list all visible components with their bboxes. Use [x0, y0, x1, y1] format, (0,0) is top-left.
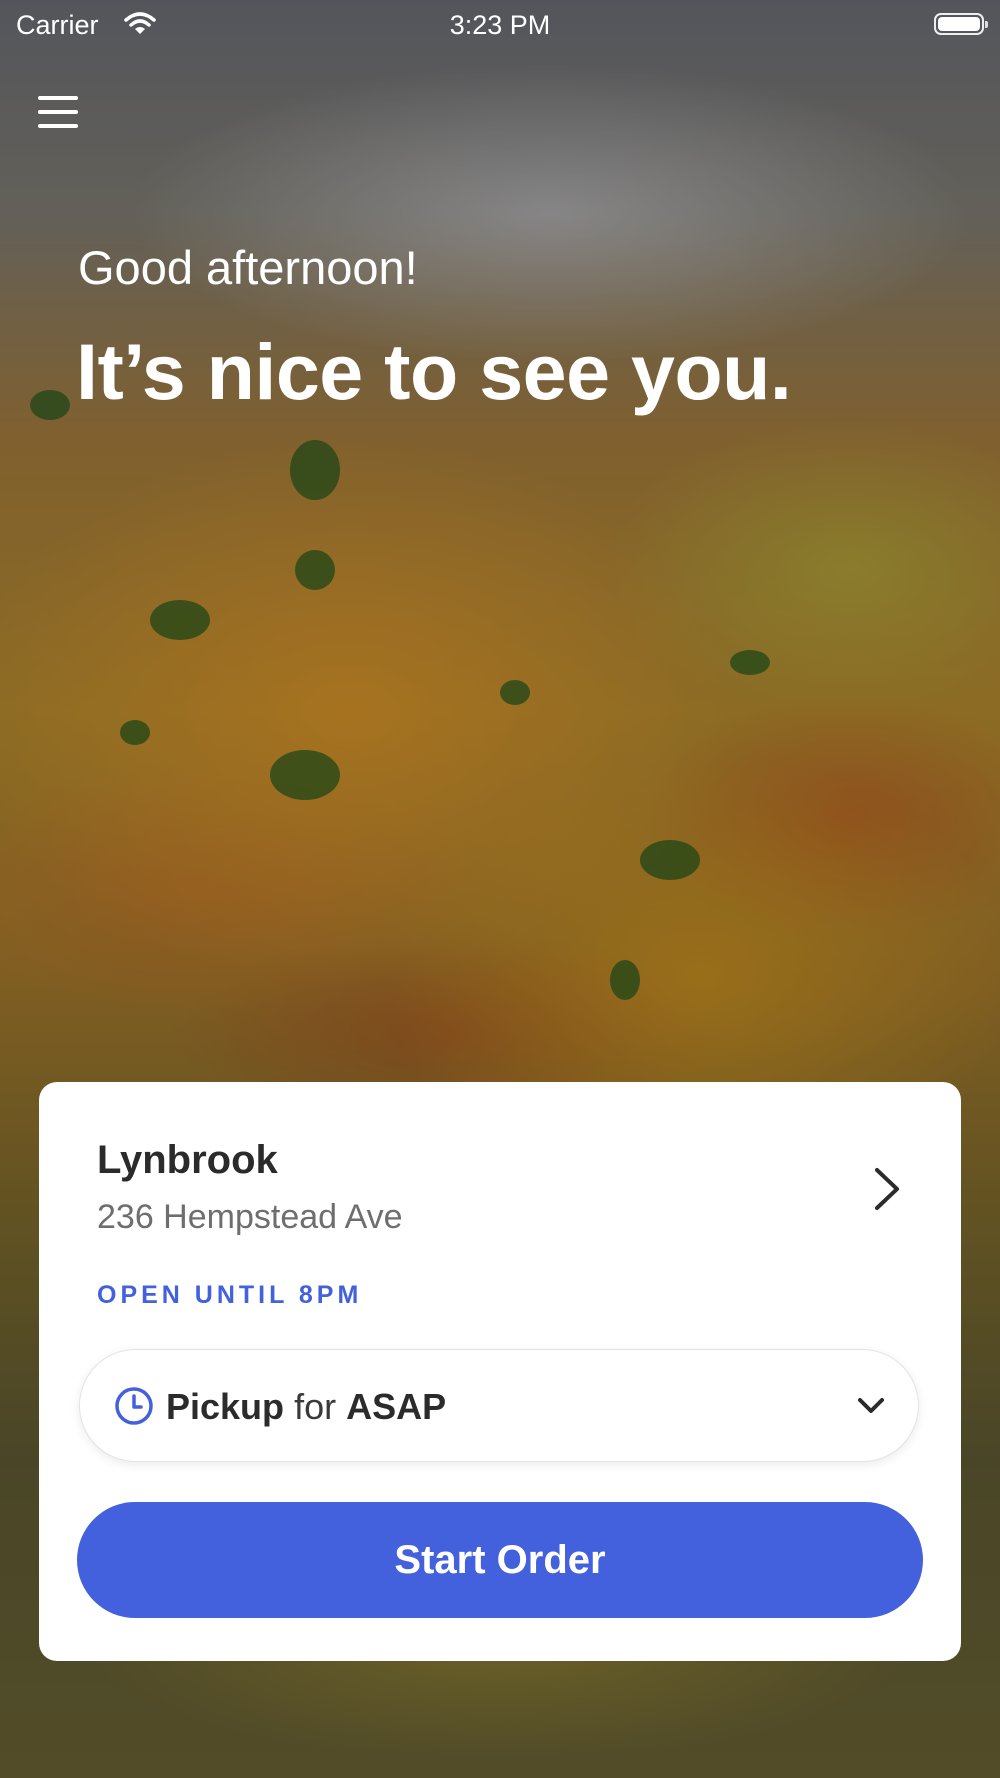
location-address: 236 Hempstead Ave — [97, 1198, 403, 1236]
order-mode: Pickup — [166, 1386, 285, 1427]
clock-icon — [115, 1387, 153, 1425]
order-time: ASAP — [346, 1386, 447, 1427]
order-type-label: Pickup for ASAP — [166, 1386, 446, 1428]
open-hours-label: OPEN UNTIL 8PM — [97, 1281, 363, 1309]
welcome-headline: It’s nice to see you. — [76, 327, 792, 416]
status-time: 3:23 PM — [449, 10, 551, 40]
chevron-down-icon[interactable] — [856, 1394, 886, 1418]
start-order-button[interactable]: Start Order — [77, 1502, 923, 1618]
chevron-right-icon[interactable] — [869, 1164, 905, 1214]
greeting-text: Good afternoon! — [78, 241, 418, 294]
status-bar: Carrier 3:23 PM — [0, 0, 1000, 50]
location-name: Lynbrook — [97, 1138, 278, 1182]
order-connector: for — [294, 1386, 337, 1427]
hamburger-menu-icon[interactable] — [38, 94, 78, 130]
battery-icon — [934, 13, 988, 35]
order-type-selector[interactable]: Pickup for ASAP — [79, 1349, 919, 1462]
location-card: Lynbrook 236 Hempstead Ave OPEN UNTIL 8P… — [39, 1082, 961, 1661]
